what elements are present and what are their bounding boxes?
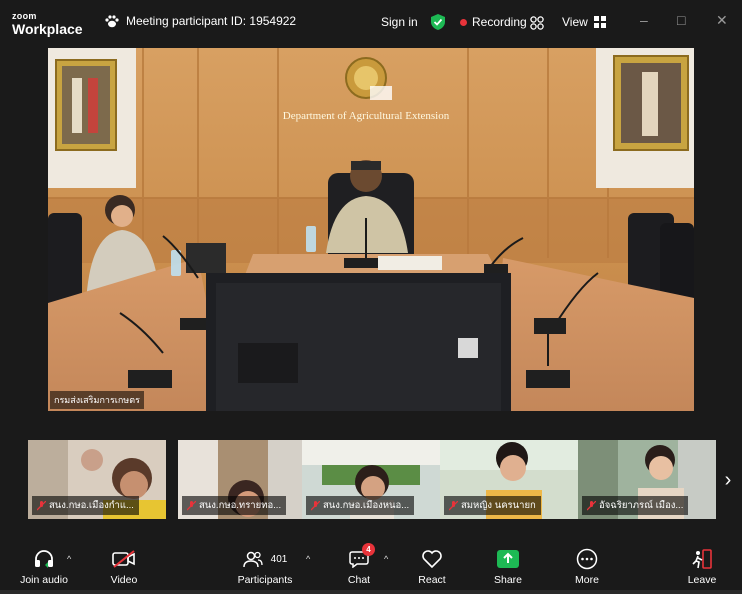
mic-off-icon	[449, 500, 458, 510]
participant-tile[interactable]: สนง.กษอ.เมืองกำแ...	[28, 440, 166, 519]
main-video-label: กรมส่งเสริมการเกษตร	[50, 391, 144, 409]
grid-icon	[593, 16, 606, 28]
participant-name: สมหญิง นครนายก	[461, 500, 536, 511]
mic-off-icon	[311, 500, 320, 510]
zoom-logo: zoom Workplace	[12, 11, 83, 37]
participant-tile[interactable]: สมหญิง นครนายก	[440, 440, 578, 519]
leave-button[interactable]: Leave	[686, 547, 718, 586]
chat-button[interactable]: 4 Chat	[343, 543, 375, 586]
participant-name: สนง.กษอ.เมืองกำแ...	[49, 500, 134, 511]
participant-name: อัจฉริยาภรณ์ เมือง...	[599, 500, 684, 511]
logo-line2: Workplace	[12, 21, 83, 37]
more-label: More	[575, 574, 599, 586]
chevron-right-icon[interactable]: ›	[718, 468, 738, 492]
participant-label: สนง.กษอ.เมืองกำแ...	[32, 496, 139, 515]
participant-tile[interactable]: สนง.กษอ.เมืองหนอ...	[302, 440, 440, 519]
headphones-icon	[35, 550, 53, 568]
chat-label: Chat	[347, 574, 371, 586]
share-button[interactable]: Share	[490, 547, 526, 586]
participant-label: สนง.กษอ.เมืองหนอ...	[306, 496, 415, 515]
join-audio-button[interactable]: Join audio	[18, 547, 70, 586]
video-button[interactable]: Video	[104, 547, 144, 586]
participant-thumbnail-strip: สนง.กษอ.เมืองกำแ... สนง.กษอ.ทรายทอ... สน…	[28, 440, 718, 520]
mic-off-icon	[587, 500, 596, 510]
view-button[interactable]: View	[562, 15, 606, 29]
participants-button[interactable]: 401 Participants	[236, 547, 294, 586]
department-sign: Department of Agricultural Extension	[283, 110, 450, 122]
sign-in-link[interactable]: Sign in	[381, 15, 418, 29]
participants-label: Participants	[237, 574, 293, 586]
more-button[interactable]: More	[570, 547, 604, 586]
maximize-button[interactable]: □	[677, 12, 685, 28]
mic-off-icon	[37, 500, 46, 510]
participant-tile[interactable]: สนง.กษอ.ทรายทอ...	[178, 440, 318, 519]
bottom-strip	[0, 590, 742, 594]
recording-indicator[interactable]: Recording	[460, 15, 527, 29]
leave-label: Leave	[687, 574, 717, 586]
mic-off-icon	[187, 500, 196, 510]
participant-label: สมหญิง นครนายก	[444, 496, 541, 515]
close-button[interactable]: ✕	[716, 12, 728, 29]
meeting-id-area[interactable]: Meeting participant ID: 1954922	[104, 14, 296, 28]
participant-name: สนง.กษอ.ทรายทอ...	[199, 500, 282, 511]
participant-label: อัจฉริยาภรณ์ เมือง...	[582, 496, 689, 515]
view-label: View	[562, 15, 588, 29]
participants-count: 401	[270, 553, 288, 565]
participants-icon	[242, 551, 263, 568]
shield-check-icon[interactable]	[430, 13, 446, 31]
participants-options-caret-icon[interactable]: ^	[306, 554, 310, 564]
recording-dot-icon	[460, 18, 467, 26]
paw-icon	[105, 15, 119, 28]
logo-line1: zoom	[12, 11, 37, 21]
chat-unread-badge: 4	[362, 543, 375, 556]
main-video-feed[interactable]: Department of Agricultural Extension กรม…	[48, 48, 694, 411]
meeting-id-text: Meeting participant ID: 1954922	[126, 14, 297, 28]
minimize-button[interactable]: –	[640, 12, 648, 28]
share-icon	[497, 550, 519, 568]
more-icon	[576, 548, 598, 570]
video-label: Video	[110, 574, 138, 586]
participant-name: สนง.กษอ.เมืองหนอ...	[323, 500, 410, 511]
video-off-icon	[112, 550, 135, 568]
title-bar: zoom Workplace Meeting participant ID: 1…	[0, 0, 742, 44]
react-button[interactable]: React	[414, 547, 450, 586]
leave-icon	[692, 549, 712, 569]
conference-room-scene: Department of Agricultural Extension	[48, 48, 694, 411]
share-label: Share	[493, 574, 523, 586]
chat-options-caret-icon[interactable]: ^	[384, 554, 388, 564]
join-audio-label: Join audio	[20, 574, 68, 586]
participant-tile[interactable]: อัจฉริยาภรณ์ เมือง...	[578, 440, 716, 519]
meeting-toolbar: Join audio ^ Video 401 Participants ^ 4 …	[0, 540, 742, 594]
participant-label: สนง.กษอ.ทรายทอ...	[182, 496, 287, 515]
heart-icon	[422, 550, 442, 569]
react-label: React	[418, 574, 446, 586]
gallery-grid-icon[interactable]	[530, 16, 544, 30]
recording-label: Recording	[472, 15, 527, 29]
audio-options-caret-icon[interactable]: ^	[67, 554, 71, 564]
